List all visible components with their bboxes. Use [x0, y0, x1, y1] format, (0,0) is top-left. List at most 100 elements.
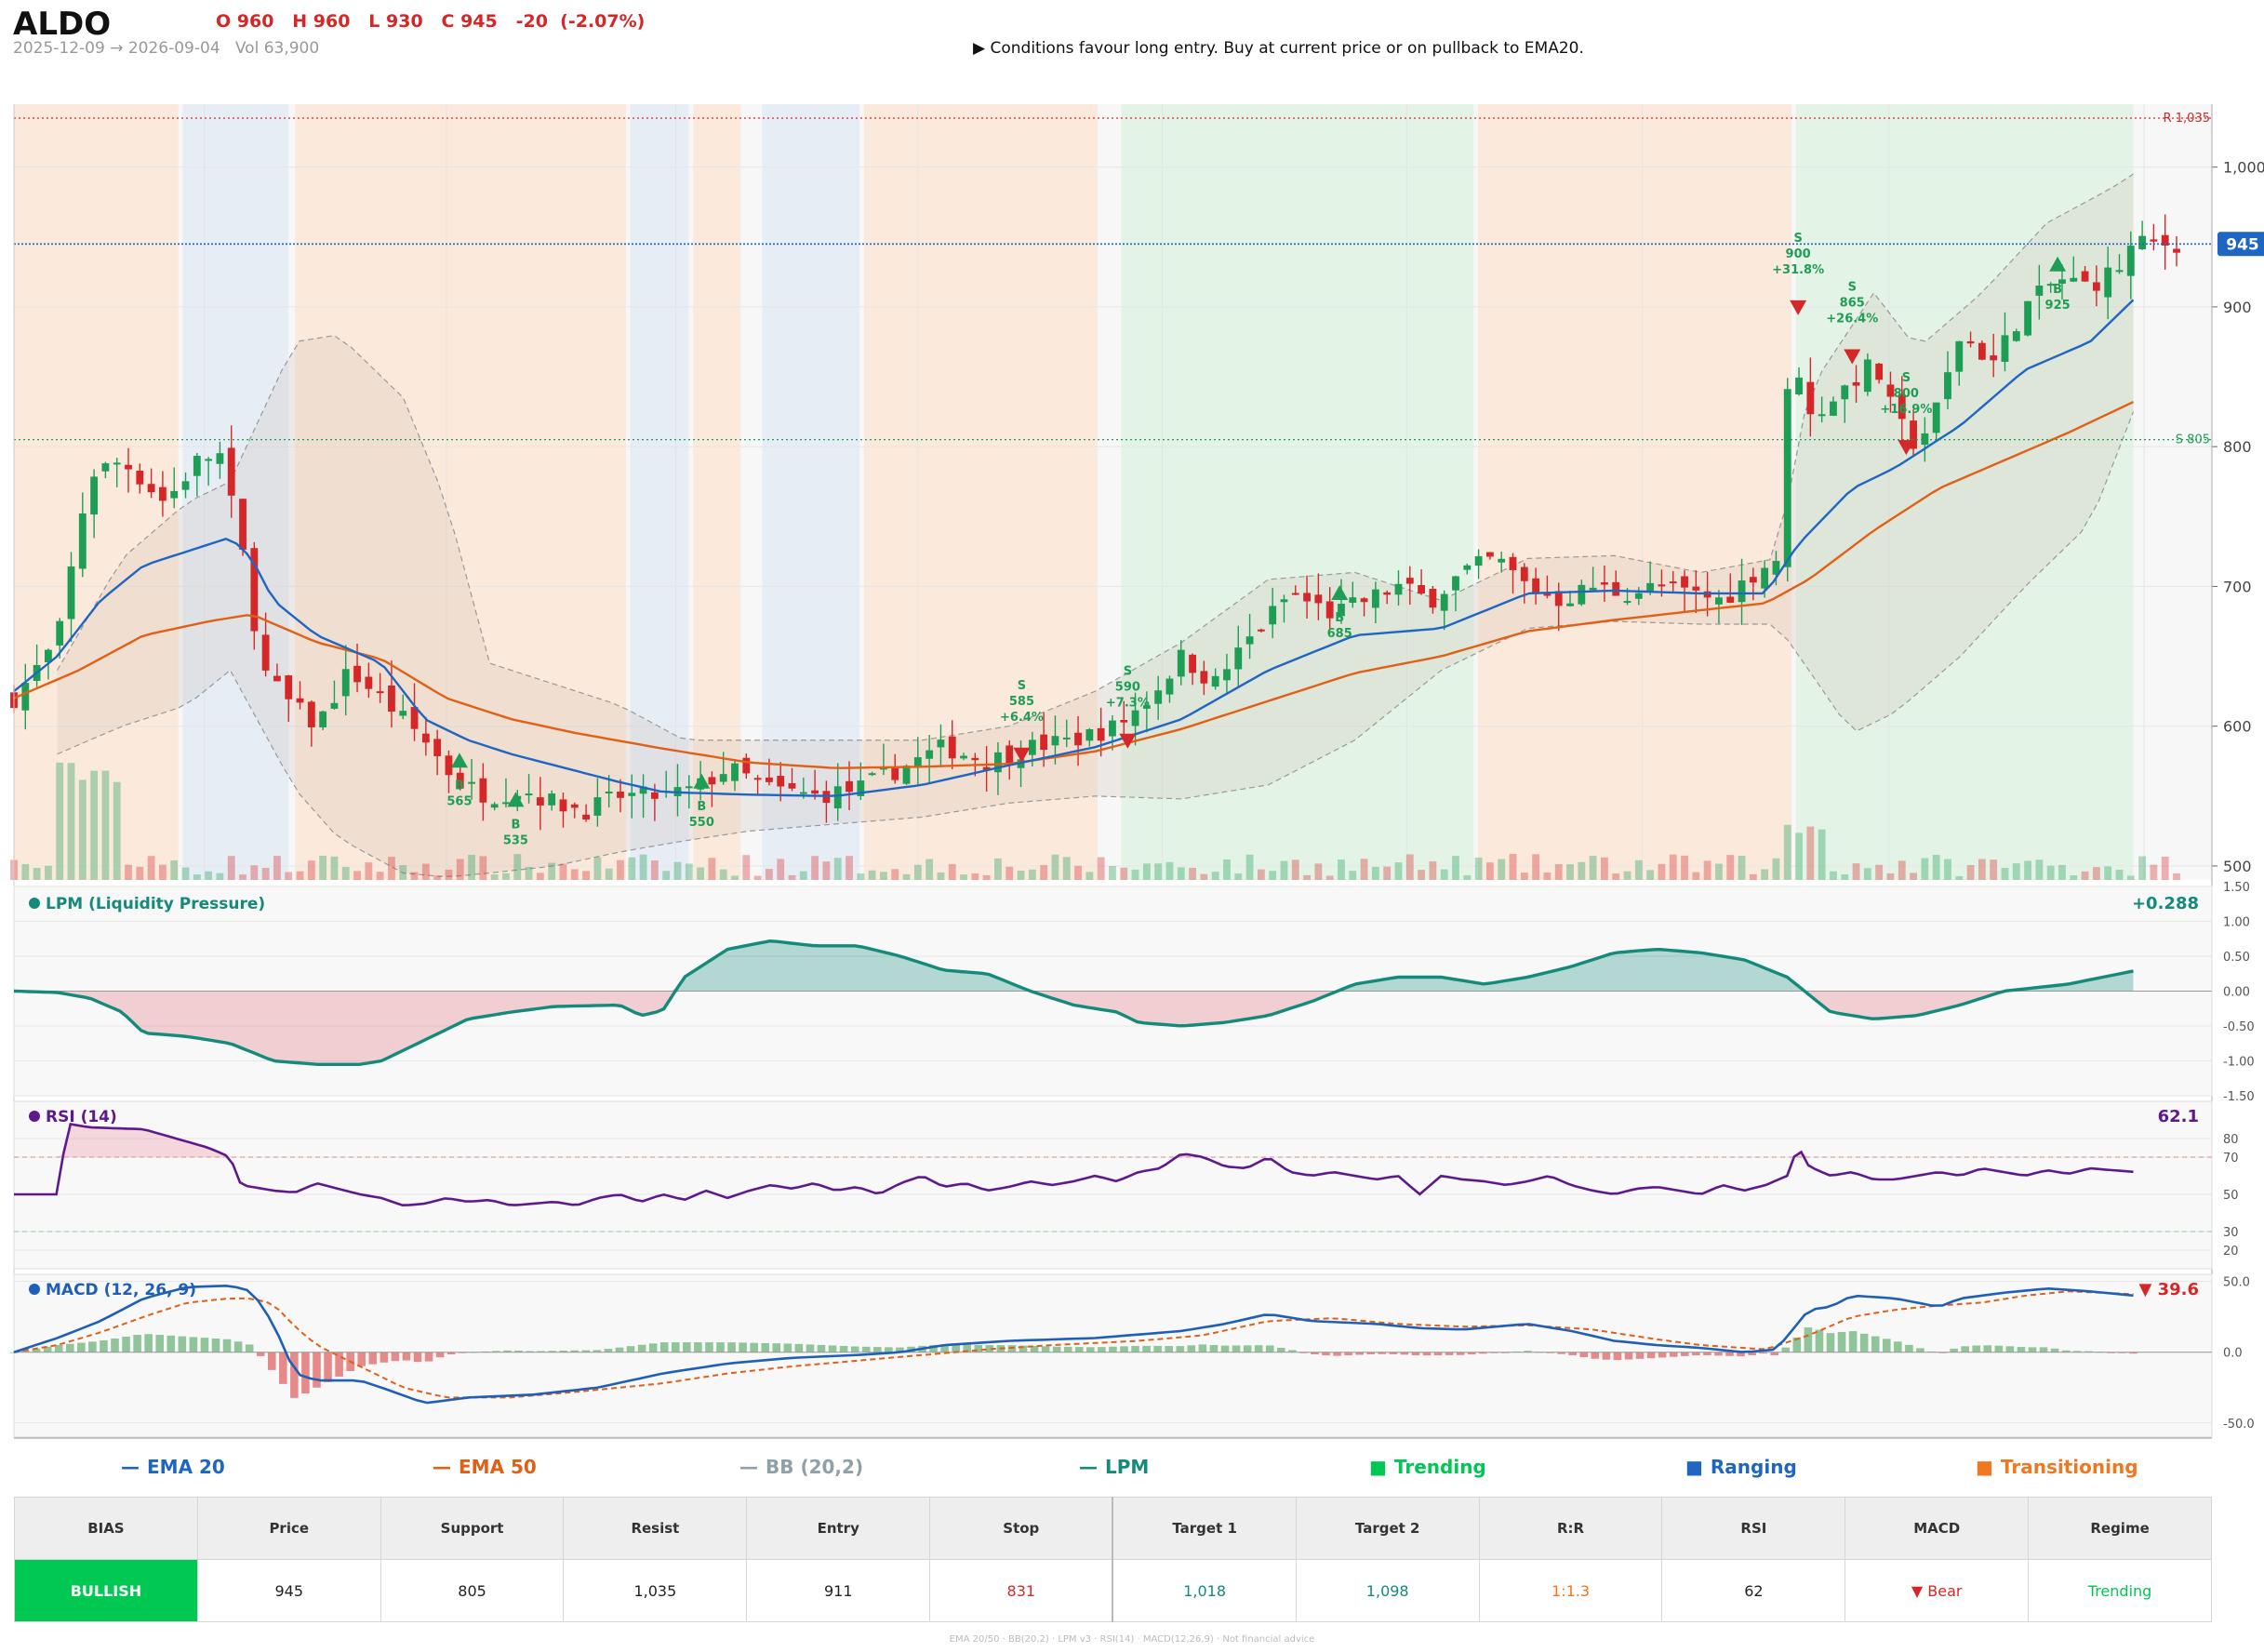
candle-body [2138, 235, 2147, 249]
candle-body [1440, 593, 1448, 611]
legend-lpm[interactable]: — LPM [1079, 1456, 1149, 1478]
volume-bar [1062, 857, 1071, 880]
candle-body [1418, 585, 1426, 594]
volume-bar [1223, 859, 1231, 880]
volume-bar [880, 872, 887, 880]
bias-badge: BULLISH [14, 1559, 198, 1622]
candle-body [846, 780, 853, 793]
candle-body [1383, 592, 1392, 595]
volume-bar [2081, 871, 2089, 880]
macd-histogram-bar [1658, 1352, 1667, 1358]
macd-histogram-bar [1187, 1345, 1196, 1352]
volume-bar [1978, 859, 1986, 880]
volume-bar [1303, 874, 1311, 880]
macd-histogram-bar [290, 1352, 299, 1398]
candle-body [1532, 578, 1540, 593]
candle-body [1623, 601, 1631, 604]
candle-body [67, 566, 75, 620]
x-tick-label: Jul '26 [1615, 1449, 1670, 1451]
candle-body [1028, 739, 1036, 755]
macd-histogram-bar [1243, 1345, 1252, 1352]
candle-body [170, 490, 179, 499]
volume-bar [559, 863, 567, 880]
sell-signal-pct: +6.4% [1000, 711, 1044, 725]
macd-histogram-bar [637, 1344, 646, 1352]
volume-bar [673, 861, 682, 880]
panel-y-tick-label: 1.00 [2223, 916, 2250, 930]
candle-body [1005, 745, 1014, 764]
candle-body [1578, 584, 1586, 605]
macd-histogram-bar [772, 1343, 781, 1352]
panel-y-tick-label: -0.50 [2223, 1020, 2255, 1034]
candle-body [1429, 589, 1437, 608]
volume-bar [44, 865, 52, 880]
volume-bar [1509, 854, 1517, 880]
volume-bar [468, 854, 475, 880]
volume-bar [330, 856, 339, 880]
candle-body [536, 797, 544, 806]
legend-bb[interactable]: — BB (20,2) [739, 1456, 863, 1478]
candle-body [319, 711, 327, 727]
volume-bar [799, 871, 807, 880]
volume-bar [822, 861, 831, 880]
legend-ranging[interactable]: ■ Ranging [1685, 1456, 1797, 1478]
table-header: BIAS [14, 1497, 198, 1560]
panel-y-tick-label: 30 [2223, 1226, 2239, 1240]
volume-bar [1863, 868, 1871, 880]
table-header-row: BIAS Price Support Resist Entry Stop Tar… [14, 1497, 2212, 1560]
sell-signal-value: 800 [1894, 387, 1919, 401]
volume-bar [1085, 872, 1094, 880]
volume-bar [1371, 866, 1379, 880]
panel-y-tick-label: 20 [2223, 1245, 2239, 1259]
macd-histogram-bar [1591, 1352, 1600, 1359]
legend-ema20[interactable]: — EMA 20 [121, 1456, 225, 1478]
candle-body [2070, 277, 2078, 282]
sell-signal-pct: +26.4% [1826, 312, 1878, 326]
price-indicator-chart[interactable]: R 1,035S 805945 B565B535B550S585+6.4%S59… [0, 0, 2264, 1451]
volume-bar [193, 874, 201, 880]
volume-bar [1349, 871, 1357, 880]
macd-panel: 50.0 0.0 -50.0 MACD (12, 26, 9) ▼ 39.6 [9, 1273, 2255, 1438]
macd-histogram-bar [1859, 1333, 1869, 1352]
volume-bar [913, 864, 922, 880]
candle-body [1841, 385, 1849, 400]
volume-bar [1440, 869, 1448, 880]
x-tick-label: Sep '26 [2111, 1449, 2177, 1451]
volume-bar [1852, 863, 1860, 880]
legend-ema50[interactable]: — EMA 50 [433, 1456, 537, 1478]
macd-histogram-bar [1613, 1352, 1622, 1361]
macd-histogram-bar [144, 1334, 153, 1352]
macd-histogram-bar [861, 1346, 871, 1352]
volume-bar [1658, 863, 1666, 880]
macd-histogram-bar [1086, 1347, 1095, 1352]
candle-body [765, 777, 773, 782]
macd-histogram-bar [1344, 1352, 1352, 1356]
volume-bar [56, 762, 64, 880]
volume-bar [1200, 873, 1208, 880]
volume-bar [1028, 869, 1036, 880]
macd-histogram-bar [1176, 1346, 1185, 1352]
candle-body [261, 634, 270, 671]
candle-body [113, 462, 121, 465]
volume-bar [33, 868, 41, 880]
x-tick-label: May '26 [1127, 1449, 1197, 1451]
macd-histogram-bar [1276, 1347, 1285, 1352]
buy-signal-label: B [455, 779, 464, 793]
volume-bar [697, 867, 705, 880]
volume-bar [593, 857, 602, 880]
macd-histogram-bar [200, 1338, 209, 1352]
volume-bar [1189, 867, 1196, 880]
volume-bar [1120, 867, 1128, 880]
candle-body [719, 774, 727, 782]
legend-trending[interactable]: ■ Trending [1369, 1456, 1486, 1478]
candle-body [1062, 737, 1071, 739]
macd-histogram-bar [1052, 1346, 1061, 1352]
candle-body [2092, 282, 2100, 291]
sell-signal-label: S [1018, 679, 1026, 693]
legend-transitioning[interactable]: ■ Transitioning [1976, 1456, 2138, 1478]
candle-body [628, 793, 636, 796]
square-swatch-icon: ■ [1976, 1456, 1993, 1478]
volume-bar [1074, 865, 1082, 880]
volume-bar [101, 770, 110, 880]
buy-signal-label: B [697, 800, 706, 814]
